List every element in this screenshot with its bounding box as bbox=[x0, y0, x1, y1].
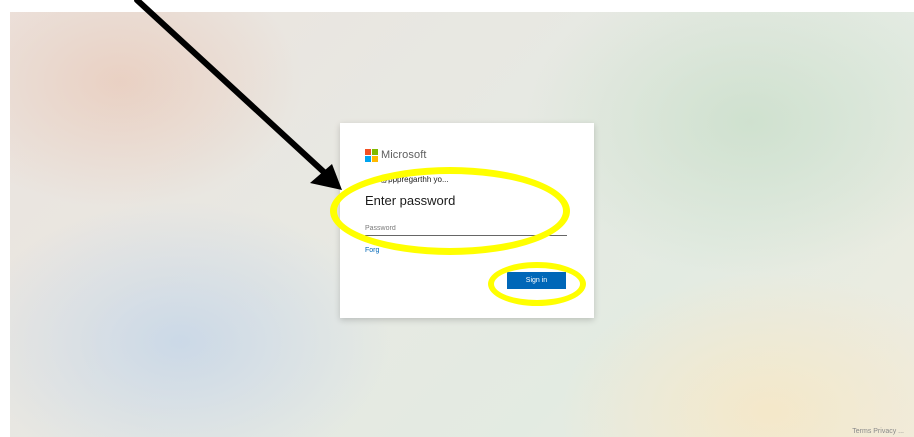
identity-row: ← @pppregarthh yo... bbox=[365, 173, 449, 185]
left-arrow-icon[interactable]: ← bbox=[365, 174, 374, 184]
sign-in-card: Microsoft ← @pppregarthh yo... Enter pas… bbox=[340, 123, 594, 318]
account-email: @pppregarthh yo... bbox=[380, 174, 449, 184]
logo-square-red bbox=[365, 149, 371, 155]
logo-square-blue bbox=[365, 156, 371, 162]
logo-square-green bbox=[372, 149, 378, 155]
sign-in-button[interactable]: Sign in bbox=[507, 272, 566, 289]
brand-name: Microsoft bbox=[381, 149, 427, 161]
brand: Microsoft bbox=[365, 148, 427, 162]
footer-links[interactable]: Terms Privacy ... bbox=[852, 428, 904, 435]
logo-square-yellow bbox=[372, 156, 378, 162]
page: Microsoft ← @pppregarthh yo... Enter pas… bbox=[0, 0, 914, 437]
forgot-password-link[interactable]: Forg bbox=[365, 247, 379, 254]
microsoft-logo-icon bbox=[365, 149, 378, 162]
password-input[interactable] bbox=[365, 221, 567, 236]
page-title: Enter password bbox=[365, 193, 456, 208]
